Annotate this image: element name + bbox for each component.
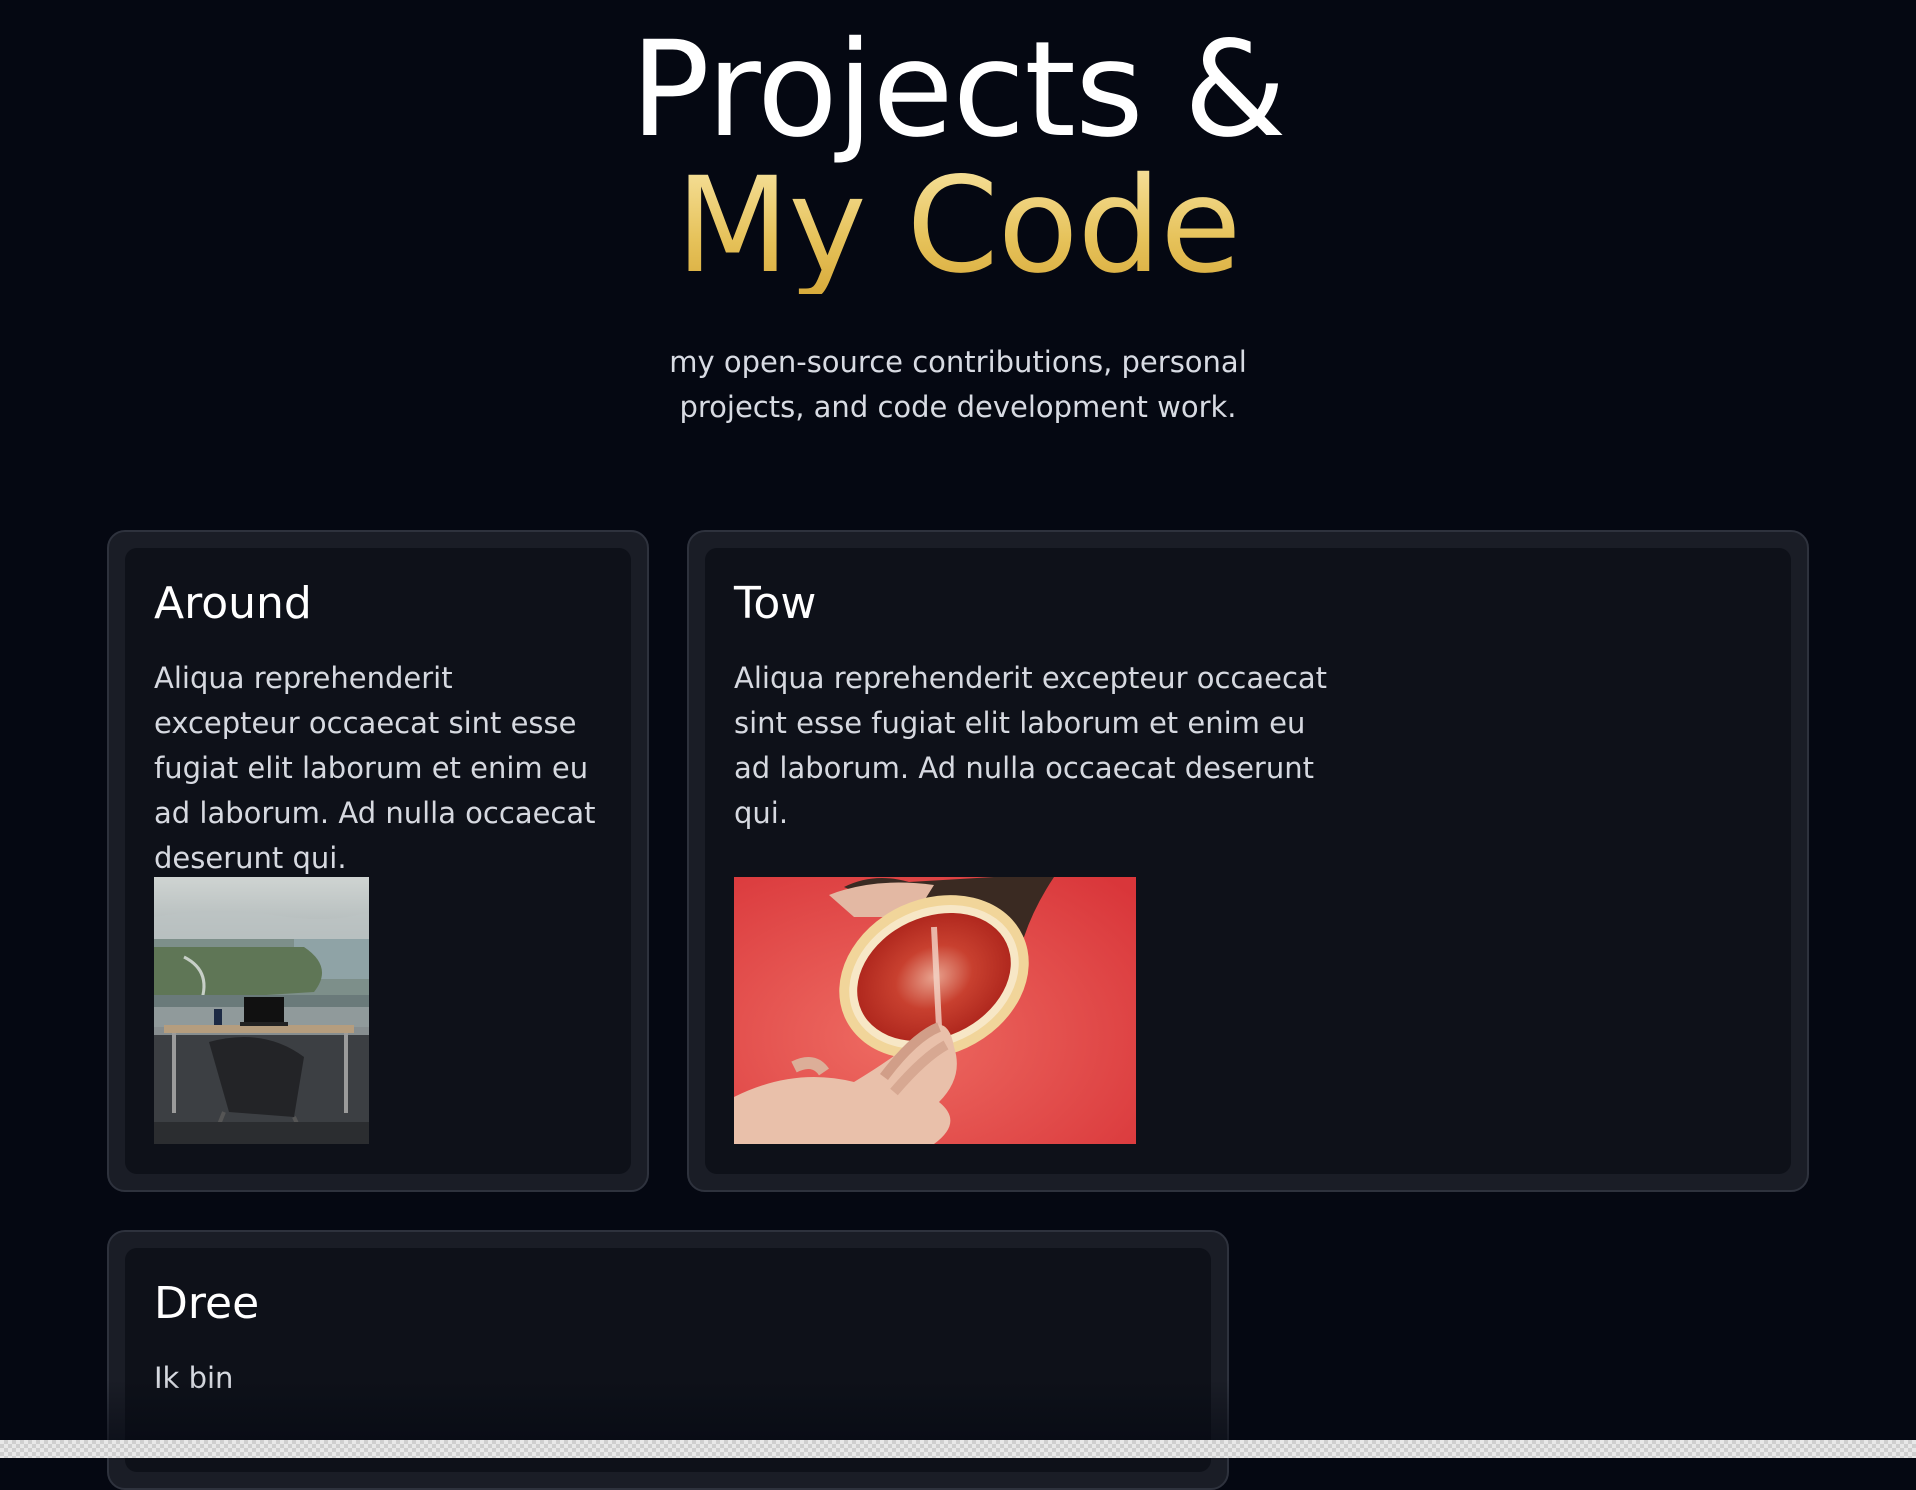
grapefruit-photo-image xyxy=(734,877,1136,1144)
project-title: Dree xyxy=(154,1278,260,1329)
project-card-around[interactable]: Around Aliqua reprehenderit excepteur oc… xyxy=(107,530,649,1192)
office-desk-photo-image xyxy=(154,877,369,1144)
project-description: Ik bin xyxy=(154,1361,234,1395)
project-description: Aliqua reprehenderit excepteur occaecat … xyxy=(734,661,1328,830)
project-card-body: Tow Aliqua reprehenderit excepteur occae… xyxy=(705,548,1791,1174)
project-card-body: Around Aliqua reprehenderit excepteur oc… xyxy=(125,548,631,1174)
project-description: Aliqua reprehenderit excepteur occaecat … xyxy=(154,661,596,875)
project-card-tow[interactable]: Tow Aliqua reprehenderit excepteur occae… xyxy=(687,530,1809,1192)
page-title-line1: Projects & xyxy=(630,13,1286,167)
page-bottom-strip xyxy=(0,1440,1916,1458)
project-title: Tow xyxy=(734,578,817,629)
project-title: Around xyxy=(154,578,312,629)
project-image-office xyxy=(154,877,369,1144)
project-card-body: Dree Ik bin xyxy=(125,1248,1211,1472)
page-title-line2: My Code xyxy=(0,158,1916,294)
page-title: Projects & My Code xyxy=(0,22,1916,294)
page-subtitle: my open-source contributions, personal p… xyxy=(669,345,1247,424)
project-image-fruit xyxy=(734,877,1136,1144)
